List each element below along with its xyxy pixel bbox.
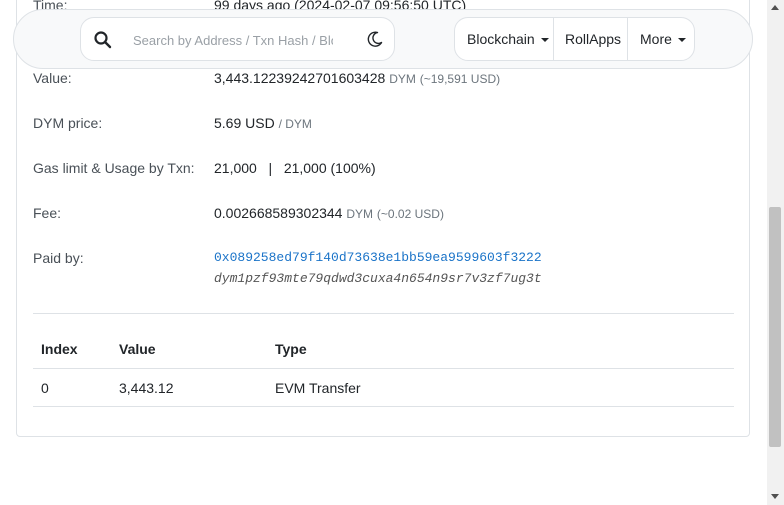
nav-blockchain-dropdown[interactable]: Blockchain — [467, 18, 549, 60]
gas-limit: 21,000 — [214, 160, 257, 176]
gas-usage: 21,000 (100%) — [283, 160, 376, 176]
fee-unit: DYM — [346, 207, 374, 221]
search-icon[interactable] — [93, 30, 113, 50]
value-amount: 3,443.12239242701603428 — [214, 70, 386, 86]
nav-rollapps-link[interactable]: RollApps — [565, 18, 621, 60]
fee-row: Fee: 0.002668589302344 DYM (~0.02 USD) — [33, 202, 733, 224]
cell-type: EVM Transfer — [267, 368, 734, 407]
section-divider — [33, 313, 734, 314]
paid-by-label: Paid by: — [33, 250, 84, 266]
value-value: 3,443.12239242701603428 DYM (~19,591 USD… — [214, 67, 500, 90]
chevron-down-icon — [677, 38, 686, 43]
nav-blockchain-label: Blockchain — [467, 31, 535, 47]
scroll-down-arrow-icon[interactable] — [771, 494, 779, 499]
gas-value: 21,000 | 21,000 (100%) — [214, 157, 376, 179]
value-label: Value: — [33, 70, 72, 86]
cell-index: 0 — [33, 368, 111, 407]
gas-label: Gas limit & Usage by Txn: — [33, 160, 195, 176]
fee-value: 0.002668589302344 DYM (~0.02 USD) — [214, 202, 444, 225]
gas-row: Gas limit & Usage by Txn: 21,000 | 21,00… — [33, 157, 733, 179]
value-unit: DYM — [389, 72, 416, 86]
paid-by-hex-address-link[interactable]: 0x089258ed79f140d73638e1bb59ea9599603f32… — [214, 247, 542, 269]
search-box[interactable] — [80, 17, 395, 61]
price-amount: 5.69 USD — [214, 115, 275, 131]
nav-divider — [553, 18, 554, 60]
price-row: DYM price: 5.69 USD / DYM — [33, 112, 733, 134]
price-unit: / DYM — [278, 117, 312, 131]
nav-more-dropdown[interactable]: More — [640, 18, 686, 60]
scroll-up-arrow-icon[interactable] — [771, 5, 779, 10]
scrollbar-thumb[interactable] — [769, 207, 781, 447]
header-type: Type — [267, 330, 734, 369]
fee-amount: 0.002668589302344 — [214, 205, 343, 221]
fee-fiat: (~0.02 USD) — [376, 207, 444, 221]
price-value: 5.69 USD / DYM — [214, 112, 312, 135]
nav-rollapps-label: RollApps — [565, 31, 622, 47]
transfer-table: Index Value Type 0 3,443.12 EVM Transfer — [33, 330, 734, 407]
dark-mode-toggle-icon[interactable] — [366, 30, 384, 48]
nav-divider — [627, 18, 628, 60]
paid-by-bech32-row: dym1pzf93mte79qdwd3cuxa4n654n9sr7v3zf7ug… — [33, 268, 733, 290]
paid-by-row: Paid by: 0x089258ed79f140d73638e1bb59ea9… — [33, 247, 733, 269]
gas-separator: | — [268, 160, 273, 176]
cell-value: 3,443.12 — [111, 368, 267, 407]
chevron-down-icon — [540, 38, 549, 43]
fee-label: Fee: — [33, 205, 62, 221]
value-row: Value: 3,443.12239242701603428 DYM (~19,… — [33, 67, 733, 89]
price-label: DYM price: — [33, 115, 103, 131]
search-input[interactable] — [133, 30, 333, 50]
header-value: Value — [111, 330, 267, 369]
value-fiat: (~19,591 USD) — [419, 72, 501, 86]
paid-by-bech32-address: dym1pzf93mte79qdwd3cuxa4n654n9sr7v3zf7ug… — [214, 271, 542, 286]
nav-menu-group: Blockchain RollApps More — [454, 17, 695, 61]
table-row: 0 3,443.12 EVM Transfer — [33, 368, 734, 407]
vertical-scrollbar[interactable] — [767, 0, 784, 505]
nav-more-label: More — [640, 31, 672, 47]
table-header-row: Index Value Type — [33, 330, 734, 369]
header-index: Index — [33, 330, 111, 369]
